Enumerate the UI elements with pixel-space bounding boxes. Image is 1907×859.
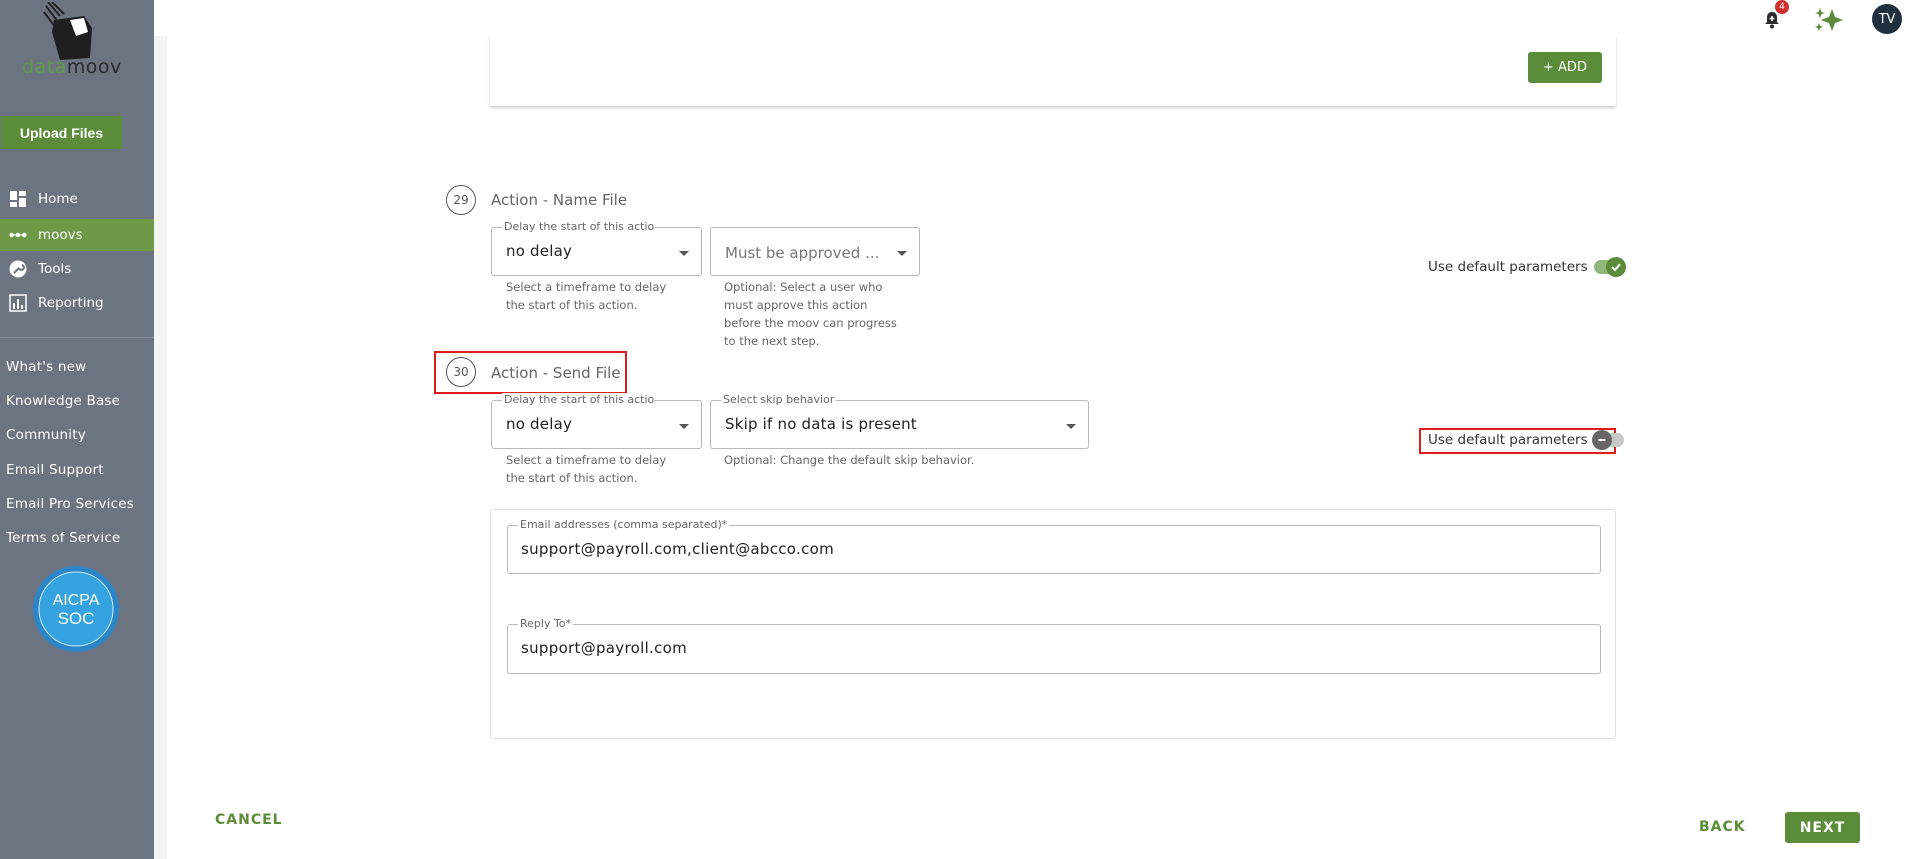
default-params-toggle-29[interactable]: Use default parameters [1428,257,1626,277]
brand-wordmark: datamoov [22,56,122,78]
reply-to-value: support@payroll.com [521,639,688,657]
top-bar [154,0,1907,36]
email-addresses-field[interactable]: Email addresses (comma separated)* suppo… [507,518,1601,574]
skip-helper-30: Optional: Change the default skip behavi… [724,453,975,467]
sidebar: datamoov Upload Files Home moovs Tools R… [0,0,154,859]
dropdown-caret-icon [897,251,907,256]
dashboard-icon [9,190,27,208]
back-button[interactable]: BACK [1699,819,1746,835]
link-terms-of-service[interactable]: Terms of Service [6,530,120,546]
nav-reporting[interactable]: Reporting [0,287,154,319]
delay-select-value: no delay [506,242,573,260]
step-number-30: 30 [446,357,476,387]
check-icon [1605,257,1626,277]
step-title-29: Action - Name File [491,191,628,209]
step-title-30: Action - Send File [491,364,621,382]
notification-count-badge: 4 [1775,0,1789,14]
link-email-support[interactable]: Email Support [6,462,104,478]
approver-placeholder: Must be approved ... [725,244,880,262]
moovs-dots-icon [9,226,27,244]
dropdown-caret-icon [679,424,689,429]
delay-select-label: Delay the start of this actio [502,220,654,233]
nav-tools-label: Tools [38,261,72,277]
skip-behavior-value: Skip if no data is present [725,415,917,433]
nav-home[interactable]: Home [0,183,154,215]
bar-chart-icon [9,294,27,312]
delay-select-29[interactable]: Delay the start of this actio no delay [491,220,702,276]
step-number-29: 29 [446,185,476,215]
next-button[interactable]: NEXT [1785,812,1860,843]
svg-text:AICPA: AICPA [53,592,100,609]
skip-behavior-select-30[interactable]: Select skip behavior Skip if no data is … [710,393,1089,449]
upload-files-button[interactable]: Upload Files [1,116,122,149]
default-params-label: Use default parameters [1428,432,1588,448]
link-community[interactable]: Community [6,427,86,443]
skip-behavior-label: Select skip behavior [721,393,837,406]
aicpa-soc-badge-icon: AICPA SOC [33,566,119,652]
nav-reporting-label: Reporting [38,295,104,311]
approver-helper-29: Optional: Select a user who must approve… [724,280,897,348]
link-knowledge-base[interactable]: Knowledge Base [6,393,120,409]
wrench-icon [9,260,27,278]
link-whats-new[interactable]: What's new [6,359,86,375]
delay-select-30[interactable]: Delay the start of this actio no delay [491,393,702,449]
nav-moovs-label: moovs [38,227,83,243]
sidebar-divider [0,337,154,338]
ai-sparkle-icon[interactable] [1812,6,1846,34]
toggle-switch[interactable] [1593,257,1626,277]
email-addresses-label: Email addresses (comma separated)* [518,518,730,531]
toggle-switch[interactable] [1591,430,1624,450]
cancel-button[interactable]: CANCEL [215,812,283,828]
minus-icon [1591,430,1612,450]
dropdown-caret-icon [1066,424,1076,429]
nav-tools[interactable]: Tools [0,253,154,285]
approver-select-29[interactable]: Must be approved ... [710,227,920,276]
delay-select-value: no delay [506,415,573,433]
delay-helper-29: Select a timeframe to delay the start of… [506,280,667,312]
link-email-pro-services[interactable]: Email Pro Services [6,496,134,512]
user-avatar[interactable]: TV [1872,4,1902,34]
default-params-label: Use default parameters [1428,259,1588,275]
reply-to-field[interactable]: Reply To* support@payroll.com [507,617,1601,674]
nav-home-label: Home [38,191,78,207]
add-button[interactable]: + ADD [1528,52,1602,83]
reply-to-label: Reply To* [518,617,574,630]
nav-moovs[interactable]: moovs [0,219,154,251]
dropdown-caret-icon [679,251,689,256]
default-params-toggle-30[interactable]: Use default parameters [1428,430,1624,450]
delay-select-label: Delay the start of this actio [502,393,654,406]
delay-helper-30: Select a timeframe to delay the start of… [506,453,667,485]
previous-step-card [490,36,1616,106]
email-addresses-value: support@payroll.com,client@abcco.com [521,540,835,558]
svg-text:SOC: SOC [58,609,95,628]
